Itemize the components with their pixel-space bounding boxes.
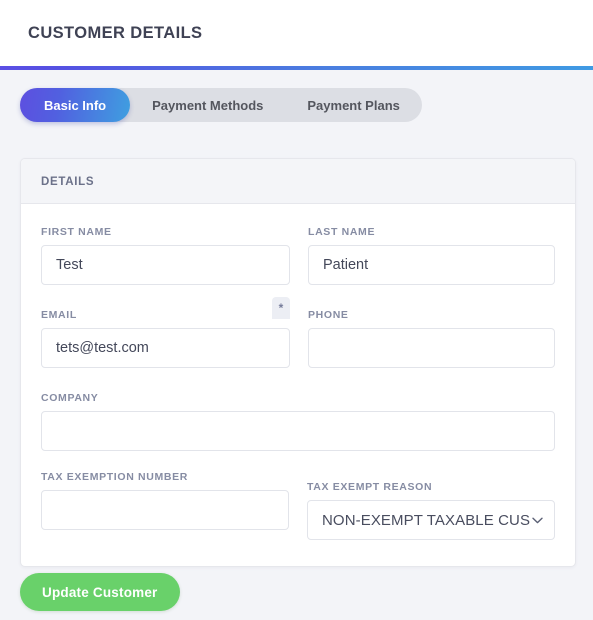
field-first-name-label: FIRST NAME (41, 226, 112, 238)
tab-basic-info[interactable]: Basic Info (20, 88, 131, 122)
tax-exempt-reason-select-wrap: NON-EXEMPT TAXABLE CUS (307, 500, 555, 540)
field-phone-label: PHONE (308, 309, 349, 321)
field-last-name-label: LAST NAME (308, 226, 376, 238)
row-spacer (41, 368, 555, 392)
form-row-company: COMPANY (41, 392, 555, 451)
row-spacer (41, 285, 555, 309)
tab-payment-plans[interactable]: Payment Plans (285, 88, 422, 122)
company-input[interactable] (41, 411, 555, 451)
last-name-input[interactable] (308, 245, 555, 285)
details-panel-header: DETAILS (21, 159, 575, 204)
phone-input[interactable] (308, 328, 555, 368)
field-email-label: EMAIL (41, 309, 77, 321)
update-customer-button[interactable]: Update Customer (20, 573, 180, 611)
tax-exemption-number-input[interactable] (41, 490, 289, 530)
field-company-label: COMPANY (41, 392, 99, 404)
form-row-tax: TAX EXEMPTION NUMBER TAX EXEMPT REASON N… (41, 471, 555, 540)
field-tax-exemption-number-label: TAX EXEMPTION NUMBER (41, 471, 188, 483)
app-header: CUSTOMER DETAILS (0, 0, 593, 66)
field-company: COMPANY (41, 392, 555, 451)
field-last-name: LAST NAME (308, 226, 555, 285)
email-required-badge: * (272, 297, 290, 319)
tab-payment-methods-label: Payment Methods (152, 97, 264, 113)
field-tax-exempt-reason: TAX EXEMPT REASON NON-EXEMPT TAXABLE CUS (307, 481, 555, 540)
tab-basic-info-label: Basic Info (44, 97, 107, 113)
tax-exempt-reason-select[interactable]: NON-EXEMPT TAXABLE CUS (307, 500, 555, 540)
details-panel-header-title: DETAILS (41, 176, 95, 188)
tab-bar: Basic Info Payment Methods Payment Plans (20, 88, 422, 122)
form-row-names: FIRST NAME LAST NAME (41, 226, 555, 285)
page-title: CUSTOMER DETAILS (28, 23, 203, 42)
form-row-contact: EMAIL * PHONE (41, 297, 555, 368)
tab-payment-plans-label: Payment Plans (307, 97, 400, 113)
field-tax-exempt-reason-label: TAX EXEMPT REASON (307, 481, 433, 493)
tab-payment-methods[interactable]: Payment Methods (130, 88, 285, 122)
field-first-name: FIRST NAME (41, 226, 290, 285)
details-panel-body: FIRST NAME LAST NAME EMAIL * PHONE (21, 204, 575, 566)
tax-exempt-reason-selected-value: NON-EXEMPT TAXABLE CUS (322, 511, 531, 529)
field-tax-exemption-number: TAX EXEMPTION NUMBER (41, 471, 289, 530)
first-name-input[interactable] (41, 245, 290, 285)
tab-bar-container: Basic Info Payment Methods Payment Plans (0, 70, 593, 122)
field-email: EMAIL * (41, 297, 290, 368)
details-panel: DETAILS FIRST NAME LAST NAME EMAIL * PHO… (20, 158, 576, 567)
field-phone: PHONE (308, 309, 555, 368)
email-input[interactable] (41, 328, 290, 368)
